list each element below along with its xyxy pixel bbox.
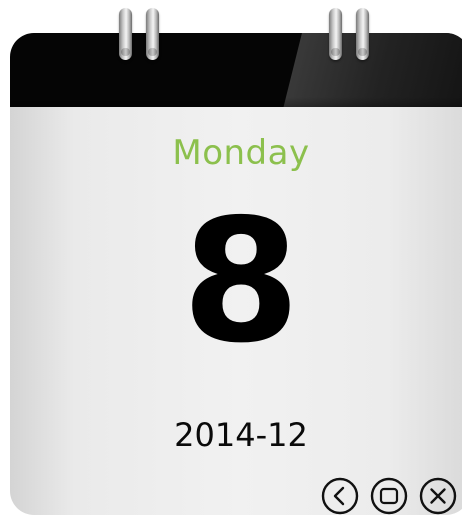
- weekday-label: Monday: [172, 133, 310, 173]
- binder-ring-icon: [329, 8, 342, 60]
- close-icon: [419, 477, 457, 515]
- binder-ring-icon: [119, 8, 132, 60]
- close-button[interactable]: [418, 476, 458, 516]
- back-icon: [321, 477, 359, 515]
- calendar-widget: Monday 8 2014-12: [0, 0, 462, 520]
- restore-icon: [370, 477, 408, 515]
- restore-button[interactable]: [369, 476, 409, 516]
- back-button[interactable]: [320, 476, 360, 516]
- binder-ring-icon: [146, 8, 159, 60]
- day-number: 8: [181, 183, 301, 381]
- binder-ring-icon: [356, 8, 369, 60]
- header-gloss: [279, 33, 462, 107]
- header-shade: [10, 97, 462, 107]
- year-month-label: 2014-12: [174, 416, 308, 454]
- calendar-header: [10, 33, 462, 107]
